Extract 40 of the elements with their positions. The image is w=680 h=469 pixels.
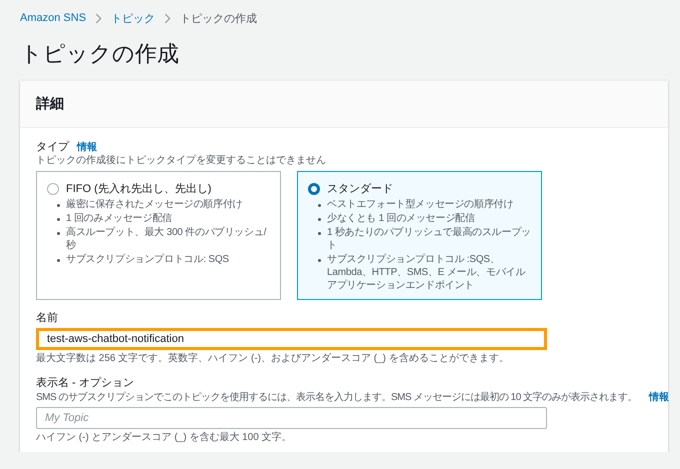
- feature-text: 少なくとも 1 回のメッセージ配信: [327, 212, 475, 225]
- feature-text: 1 回のみメッセージ配信: [66, 212, 172, 225]
- field-label: 表示名 - オプション: [36, 376, 135, 390]
- bullet-icon: [57, 218, 60, 221]
- panel-title: 詳細: [36, 95, 64, 113]
- breadcrumb-link[interactable]: Amazon SNS: [20, 12, 86, 24]
- field-hint: ハイフン (-) とアンダースコア (_) を含む最大 100 文字。: [36, 432, 293, 444]
- info-link[interactable]: 情報: [77, 140, 97, 154]
- field-description: SMS のサブスクリプションでこのトピックを使用するには、表示名を入力します。SMS メッセージには最初の 10 文字のみが表示されます。: [36, 391, 638, 404]
- name-input[interactable]: test-aws-chatbot-notification: [36, 328, 547, 350]
- bullet-icon: [318, 232, 321, 235]
- breadcrumb-link[interactable]: トピック: [111, 10, 156, 26]
- field-label: 名前: [36, 311, 59, 325]
- radio-button[interactable]: [47, 182, 59, 194]
- bullet-icon: [57, 232, 60, 235]
- type-option-card[interactable]: スタンダード ベストエフォート型メッセージの順序付け 少なくとも 1 回のメッセージ配信 1 秒あたりのパブリッシュで最高のスループット サブスクリプションプロトコル :SQS、Lambda、HTTP、SMS、E メール、モバイルアプリケーションエンドポイント: [297, 171, 542, 300]
- chevron-right-icon: [164, 12, 172, 24]
- bullet-icon: [57, 204, 60, 207]
- bullet-icon: [318, 218, 321, 221]
- page-title: トピックの作成: [20, 40, 180, 68]
- option-title: FIFO (先入れ先出し、先出し): [66, 182, 212, 196]
- bullet-icon: [57, 259, 60, 262]
- feature-text: ベストエフォート型メッセージの順序付け: [327, 198, 514, 211]
- feature-text: サブスクリプションプロトコル :SQS、Lambda、HTTP、SMS、E メール、モバイルアプリケーションエンドポイント: [327, 253, 526, 292]
- bullet-icon: [318, 204, 321, 207]
- field-description: トピックの作成後にトピックタイプを変更することはできません: [36, 154, 327, 167]
- option-title: スタンダード: [327, 182, 393, 196]
- feature-text: 1 秒あたりのパブリッシュで最高のスループット: [327, 226, 531, 252]
- feature-text: 高スループット、最大 300 件のパブリッシュ/秒: [66, 226, 268, 252]
- type-option-card[interactable]: FIFO (先入れ先出し、先出し) 厳密に保存されたメッセージの順序付け 1 回のみメッセージ配信 高スループット、最大 300 件のパブリッシュ/秒 サブスクリプションプロトコル: SQS: [36, 171, 281, 300]
- feature-text: サブスクリプションプロトコル: SQS: [66, 253, 229, 266]
- display-name-input[interactable]: My Topic: [36, 407, 547, 429]
- chevron-right-icon: [95, 12, 102, 24]
- feature-text: 厳密に保存されたメッセージの順序付け: [66, 198, 242, 211]
- breadcrumb-current: トピックの作成: [180, 12, 258, 26]
- field-label: タイプ: [36, 140, 69, 154]
- field-hint: 最大文字数は 256 文字です。英数字、ハイフン (-)、およびアンダースコア (_) を含めることができます。: [36, 353, 510, 365]
- radio-button[interactable]: [308, 182, 320, 194]
- bullet-icon: [318, 259, 321, 262]
- info-link[interactable]: 情報: [649, 390, 670, 404]
